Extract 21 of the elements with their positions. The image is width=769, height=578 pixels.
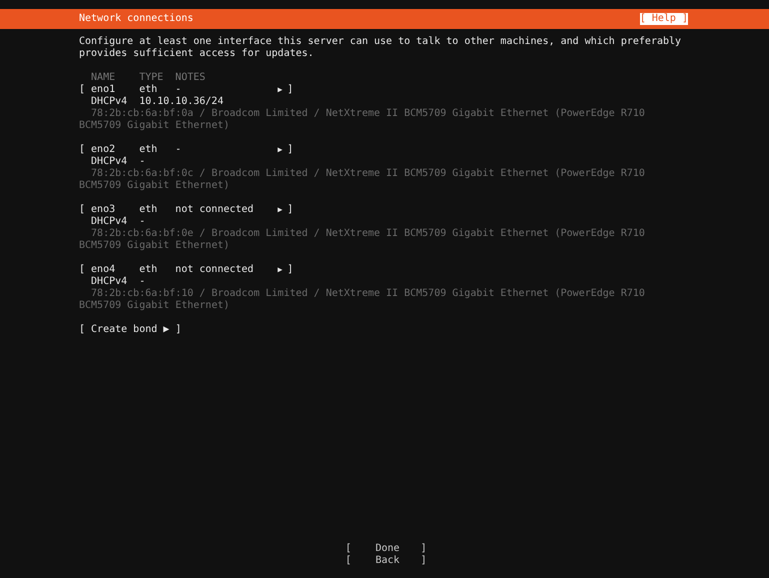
interface-item[interactable]: [ eno2 eth - ▶ ]: [79, 144, 769, 156]
screen-title: Network connections: [79, 13, 194, 25]
intro-text: Configure at least one interface this server can use to talk to other machines, and which preferably provides sufficient access for updates.: [79, 36, 682, 60]
menu-button[interactable]: [ Back ]: [342, 555, 427, 567]
column-header: TYPE: [139, 72, 164, 83]
interface-item[interactable]: [ eno4 eth not connected ▶ ]: [79, 264, 769, 276]
address-line: DHCPv4 10.10.10.36/24: [91, 96, 224, 108]
interface-description: 78:2b:cb:6a:bf:0c / Broadcom Limited / NetXtreme II BCM5709 Gigabit Ethernet (PowerEdge R710 BCM5709 Gigabit Ethernet): [79, 168, 646, 192]
address-line: DHCPv4 -: [91, 216, 146, 228]
menu-button[interactable]: [ Done ]: [342, 543, 427, 555]
interface-item[interactable]: [ eno3 eth not connected ▶ ]: [79, 204, 769, 216]
help-button[interactable]: [ Help ]: [640, 13, 688, 25]
column-header: NAME: [91, 72, 116, 83]
address-line: DHCPv4 -: [91, 156, 146, 168]
column-header: NOTES: [175, 72, 206, 83]
interface-description: 78:2b:cb:6a:bf:0a / Broadcom Limited / NetXtreme II BCM5709 Gigabit Ethernet (PowerEdge R710 BCM5709 Gigabit Ethernet): [79, 108, 646, 132]
create-bond-button[interactable]: [ Create bond ▶ ]: [79, 324, 182, 336]
interface-description: 78:2b:cb:6a:bf:0e / Broadcom Limited / NetXtreme II BCM5709 Gigabit Ethernet (PowerEdge R710 BCM5709 Gigabit Ethernet): [79, 228, 646, 252]
interface-item[interactable]: [ eno1 eth - ▶ ]: [79, 84, 769, 96]
interface-description: 78:2b:cb:6a:bf:10 / Broadcom Limited / NetXtreme II BCM5709 Gigabit Ethernet (PowerEdge R710 BCM5709 Gigabit Ethernet): [79, 288, 646, 312]
address-line: DHCPv4 -: [91, 276, 146, 288]
